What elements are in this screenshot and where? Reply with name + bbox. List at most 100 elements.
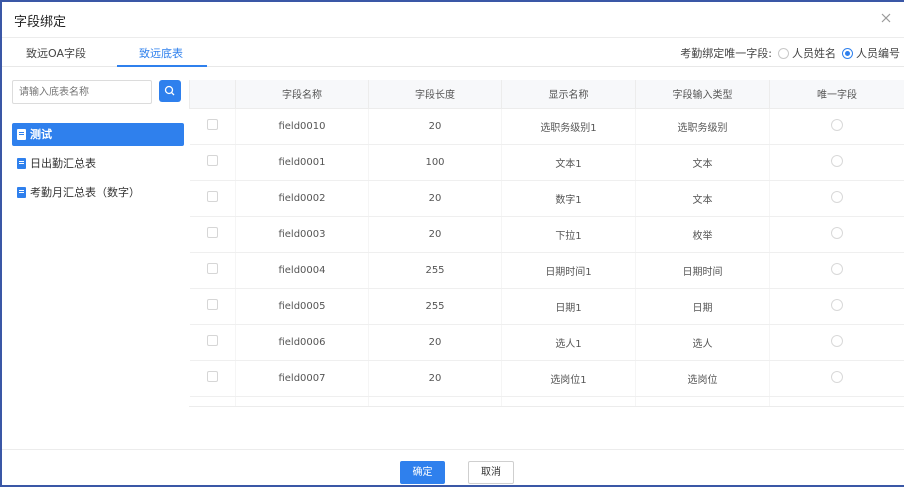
row-select-cell <box>189 144 236 181</box>
table-row[interactable]: field0005 255 日期1 日期 <box>189 288 904 325</box>
row-select-cell <box>189 324 236 361</box>
cell-field-name: field0003 <box>235 216 369 253</box>
table-icon <box>17 187 26 198</box>
dialog-footer: 确定 取消 <box>2 449 904 487</box>
search-input[interactable] <box>12 80 152 104</box>
unique-cell <box>769 144 904 181</box>
row-select-cell <box>189 288 236 325</box>
radio-name[interactable] <box>778 47 789 59</box>
header-input-type: 字段输入类型 <box>635 80 770 109</box>
cell-display-name: 选人1 <box>501 324 636 361</box>
unique-cell <box>769 288 904 325</box>
table-icon <box>17 129 26 140</box>
unique-cell <box>769 360 904 397</box>
dialog-header: 字段绑定 <box>2 2 904 38</box>
cell-display-name: 选职务级别1 <box>501 108 636 145</box>
field-table: 字段名称 字段长度 显示名称 字段输入类型 唯一字段 field0010 20 选职… <box>189 80 904 407</box>
radio-number-label[interactable]: 人员编号 <box>856 45 900 61</box>
unique-radio[interactable] <box>831 298 843 311</box>
cell-field-name: field0002 <box>235 180 369 217</box>
cell-field-length: 255 <box>368 288 502 325</box>
table-tree: 测试 日出勤汇总表 考勤月汇总表（数字） <box>12 123 184 210</box>
tree-item-label: 日出勤汇总表 <box>30 157 96 170</box>
row-checkbox[interactable] <box>206 299 218 310</box>
table-row[interactable]: field0007 20 选岗位1 选岗位 <box>189 360 904 397</box>
tree-item-test[interactable]: 测试 <box>12 123 184 146</box>
table-row[interactable]: field0010 20 选职务级别1 选职务级别 <box>189 108 904 145</box>
radio-number[interactable] <box>842 47 853 59</box>
table-header-row: 字段名称 字段长度 显示名称 字段输入类型 唯一字段 <box>189 80 904 109</box>
cell-field-name: field0004 <box>235 252 369 289</box>
tree-item-monthly[interactable]: 考勤月汇总表（数字） <box>12 181 184 204</box>
row-select-cell <box>189 252 236 289</box>
unique-radio[interactable] <box>831 154 843 167</box>
row-checkbox[interactable] <box>206 119 218 130</box>
radio-name-label[interactable]: 人员姓名 <box>792 45 836 61</box>
unique-radio[interactable] <box>831 118 843 131</box>
cell-input-type: 选职务级别 <box>635 108 770 145</box>
cell-field-length: 20 <box>368 216 502 253</box>
table-body: field0010 20 选职务级别1 选职务级别 field0001 100 文本1 文本 f… <box>189 108 904 406</box>
cell-display-name: 数字1 <box>501 180 636 217</box>
search-button[interactable] <box>159 80 181 102</box>
cell-display-name: 日期1 <box>501 288 636 325</box>
unique-radio[interactable] <box>831 370 843 383</box>
tab-oa-fields[interactable]: 致远OA字段 <box>26 45 86 61</box>
tree-item-daily[interactable]: 日出勤汇总表 <box>12 152 184 175</box>
tree-item-label: 考勤月汇总表（数字） <box>30 186 140 199</box>
table-row[interactable]: field0001 100 文本1 文本 <box>189 144 904 181</box>
cell-input-type: 枚举 <box>635 216 770 253</box>
cell-field-length: 20 <box>368 180 502 217</box>
tree-item-label: 测试 <box>30 128 52 141</box>
cell-field-name: field0006 <box>235 324 369 361</box>
row-checkbox[interactable] <box>206 227 218 238</box>
cell-input-type: 日期时间 <box>635 252 770 289</box>
unique-cell <box>769 252 904 289</box>
unique-cell <box>769 180 904 217</box>
table-row[interactable]: field0006 20 选人1 选人 <box>189 324 904 361</box>
header-field-name: 字段名称 <box>235 80 369 109</box>
cell-field-length: 255 <box>368 252 502 289</box>
confirm-button[interactable]: 确定 <box>400 461 445 484</box>
row-checkbox[interactable] <box>206 371 218 382</box>
unique-radio[interactable] <box>831 262 843 275</box>
row-checkbox[interactable] <box>206 263 218 274</box>
unique-cell <box>769 108 904 145</box>
cell-field-length: 20 <box>368 360 502 397</box>
row-checkbox[interactable] <box>206 191 218 202</box>
cell-field-length: 100 <box>368 144 502 181</box>
table-icon <box>17 158 26 169</box>
row-select-cell <box>189 360 236 397</box>
row-select-cell <box>189 180 236 217</box>
unique-cell <box>769 324 904 361</box>
table-row[interactable]: field0003 20 下拉1 枚举 <box>189 216 904 253</box>
header-unique-field: 唯一字段 <box>769 80 904 109</box>
close-icon[interactable] <box>878 10 894 26</box>
unique-field-selector: 考勤绑定唯一字段: 人员姓名 人员编号 <box>680 45 900 61</box>
header-display-name: 显示名称 <box>501 80 636 109</box>
cell-display-name: 下拉1 <box>501 216 636 253</box>
table-row[interactable]: field0004 255 日期时间1 日期时间 <box>189 252 904 289</box>
cell-field-name: field0010 <box>235 108 369 145</box>
search-icon <box>164 85 175 96</box>
unique-field-label: 考勤绑定唯一字段: <box>680 47 772 60</box>
tab-base-table[interactable]: 致远底表 <box>139 45 183 61</box>
row-select-cell <box>189 216 236 253</box>
unique-radio[interactable] <box>831 334 843 347</box>
active-tab-indicator <box>117 65 207 67</box>
cell-display-name: 选岗位1 <box>501 360 636 397</box>
tab-bar: 致远OA字段 致远底表 考勤绑定唯一字段: 人员姓名 人员编号 <box>2 39 904 67</box>
table-row[interactable]: field0002 20 数字1 文本 <box>189 180 904 217</box>
dialog-title: 字段绑定 <box>14 15 67 30</box>
cell-display-name: 文本1 <box>501 144 636 181</box>
cell-field-name: field0005 <box>235 288 369 325</box>
cell-input-type: 文本 <box>635 180 770 217</box>
unique-radio[interactable] <box>831 226 843 239</box>
table-row-partial <box>189 396 904 406</box>
cell-input-type: 选人 <box>635 324 770 361</box>
row-checkbox[interactable] <box>206 335 218 346</box>
row-checkbox[interactable] <box>206 155 218 166</box>
cancel-button[interactable]: 取消 <box>468 461 514 484</box>
unique-radio[interactable] <box>831 190 843 203</box>
row-select-cell <box>189 108 236 145</box>
